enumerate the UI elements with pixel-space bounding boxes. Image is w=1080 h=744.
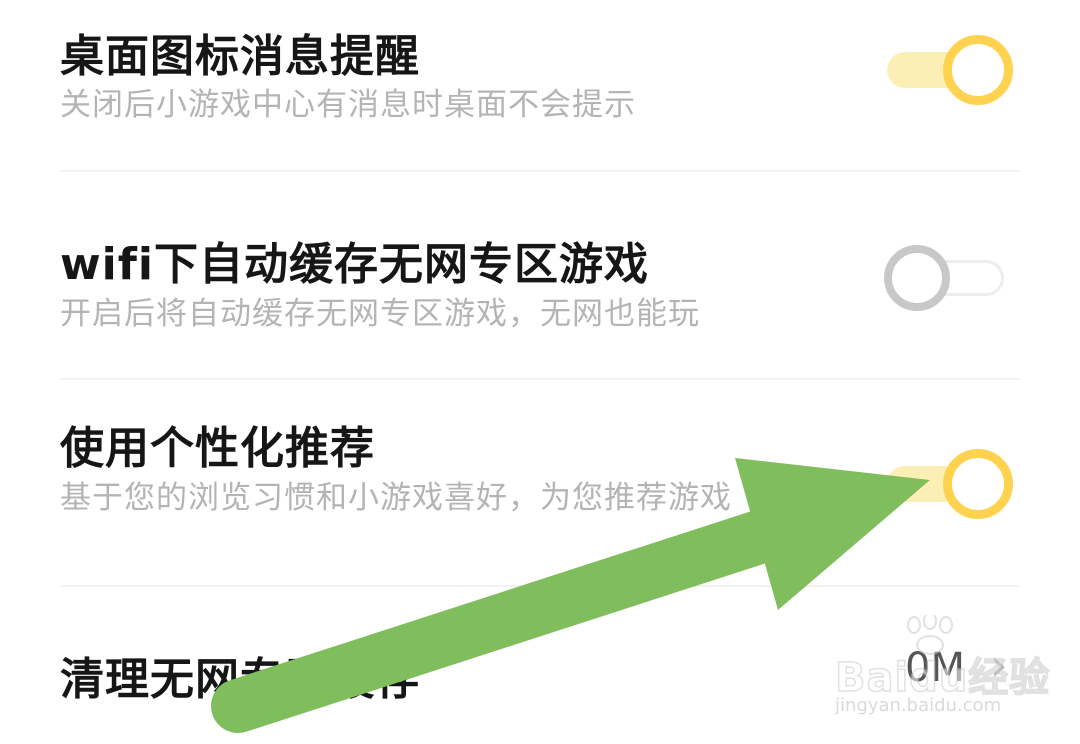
watermark-url: jingyan.baidu.com [835, 695, 1002, 716]
annotation-arrow-head [735, 458, 930, 610]
baidu-jingyan-watermark: Baidu经验 jingyan.baidu.com [834, 600, 1050, 730]
annotation-arrow-shaft [211, 500, 817, 733]
